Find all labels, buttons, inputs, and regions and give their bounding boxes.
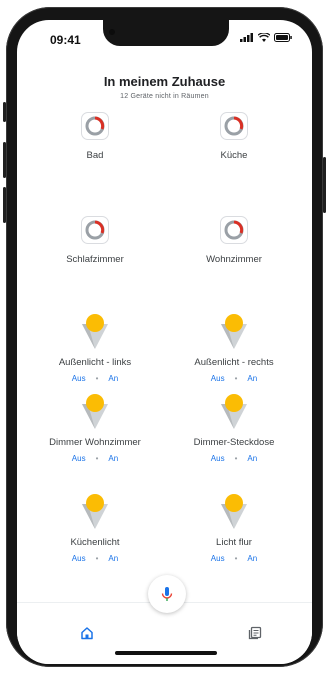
light-tile-aussen-rechts[interactable]: Außenlicht - rechts Aus • An bbox=[164, 312, 304, 383]
home-icon bbox=[81, 627, 93, 640]
light-tile-dimmer-wohnzimmer[interactable]: Dimmer Wohnzimmer Aus • An bbox=[25, 392, 165, 463]
status-time: 09:41 bbox=[50, 33, 81, 47]
page-title: In meinem Zuhause bbox=[103, 74, 226, 89]
separator-dot: • bbox=[234, 554, 238, 563]
tile-label: Dimmer-Steckdose bbox=[193, 437, 275, 448]
off-button[interactable]: Aus bbox=[211, 554, 225, 563]
thermostat-icon bbox=[220, 216, 248, 244]
notch bbox=[103, 20, 229, 46]
light-tile-dimmer-steckdose[interactable]: Dimmer-Steckdose Aus • An bbox=[164, 392, 304, 463]
tile-label: Küche bbox=[220, 150, 248, 161]
on-button[interactable]: An bbox=[108, 554, 118, 563]
thermostat-icon bbox=[81, 216, 109, 244]
status-icons bbox=[240, 33, 292, 42]
feed-icon bbox=[248, 626, 262, 640]
power-button bbox=[323, 157, 326, 213]
off-button[interactable]: Aus bbox=[72, 554, 86, 563]
tile-label: Schlafzimmer bbox=[66, 254, 124, 265]
thermostat-icon bbox=[220, 112, 248, 140]
lightbulb-icon bbox=[221, 494, 247, 529]
volume-up-button bbox=[3, 142, 6, 178]
separator-dot: • bbox=[95, 554, 99, 563]
off-button[interactable]: Aus bbox=[211, 454, 225, 463]
volume-down-button bbox=[3, 187, 6, 223]
camera bbox=[109, 29, 115, 35]
page-subtitle: 12 Geräte nicht in Räumen bbox=[120, 93, 209, 100]
microphone-icon bbox=[161, 587, 173, 601]
signal-icon bbox=[240, 33, 253, 42]
separator-dot: • bbox=[234, 454, 238, 463]
tile-label: Dimmer Wohnzimmer bbox=[49, 437, 141, 448]
thermostat-tile-bad[interactable]: Bad bbox=[25, 112, 165, 161]
lightbulb-icon bbox=[82, 494, 108, 529]
screen: 09:41 In meinem Zuhause 12 Geräte nicht … bbox=[17, 20, 312, 664]
lightbulb-icon bbox=[82, 394, 108, 429]
tile-label: Licht flur bbox=[216, 537, 252, 548]
lightbulb-icon bbox=[221, 314, 247, 349]
on-button[interactable]: An bbox=[247, 374, 257, 383]
off-button[interactable]: Aus bbox=[211, 374, 225, 383]
thermostat-tile-kueche[interactable]: Küche bbox=[164, 112, 304, 161]
tile-label: Bad bbox=[86, 150, 104, 161]
home-indicator bbox=[115, 651, 217, 655]
light-tile-kuechenlicht[interactable]: Küchenlicht Aus • An bbox=[25, 492, 165, 563]
on-button[interactable]: An bbox=[247, 554, 257, 563]
thermostat-tile-wohnzimmer[interactable]: Wohnzimmer bbox=[164, 216, 304, 265]
tile-label: Außenlicht - rechts bbox=[194, 357, 274, 368]
nav-feed[interactable] bbox=[243, 621, 267, 645]
silent-switch bbox=[3, 102, 6, 122]
nav-home[interactable] bbox=[75, 621, 99, 645]
battery-icon bbox=[274, 33, 292, 42]
wifi-icon bbox=[258, 33, 270, 42]
light-tile-licht-flur[interactable]: Licht flur Aus • An bbox=[164, 492, 304, 563]
voice-assistant-button[interactable] bbox=[148, 575, 186, 613]
separator-dot: • bbox=[234, 374, 238, 383]
tile-label: Wohnzimmer bbox=[206, 254, 262, 265]
off-button[interactable]: Aus bbox=[72, 454, 86, 463]
thermostat-icon bbox=[81, 112, 109, 140]
on-button[interactable]: An bbox=[108, 454, 118, 463]
on-button[interactable]: An bbox=[247, 454, 257, 463]
on-button[interactable]: An bbox=[108, 374, 118, 383]
tile-label: Außenlicht - links bbox=[58, 357, 132, 368]
off-button[interactable]: Aus bbox=[72, 374, 86, 383]
thermostat-tile-schlafzimmer[interactable]: Schlafzimmer bbox=[25, 216, 165, 265]
lightbulb-icon bbox=[221, 394, 247, 429]
tile-label: Küchenlicht bbox=[70, 537, 120, 548]
separator-dot: • bbox=[95, 374, 99, 383]
light-tile-aussen-links[interactable]: Außenlicht - links Aus • An bbox=[25, 312, 165, 383]
separator-dot: • bbox=[95, 454, 99, 463]
lightbulb-icon bbox=[82, 314, 108, 349]
